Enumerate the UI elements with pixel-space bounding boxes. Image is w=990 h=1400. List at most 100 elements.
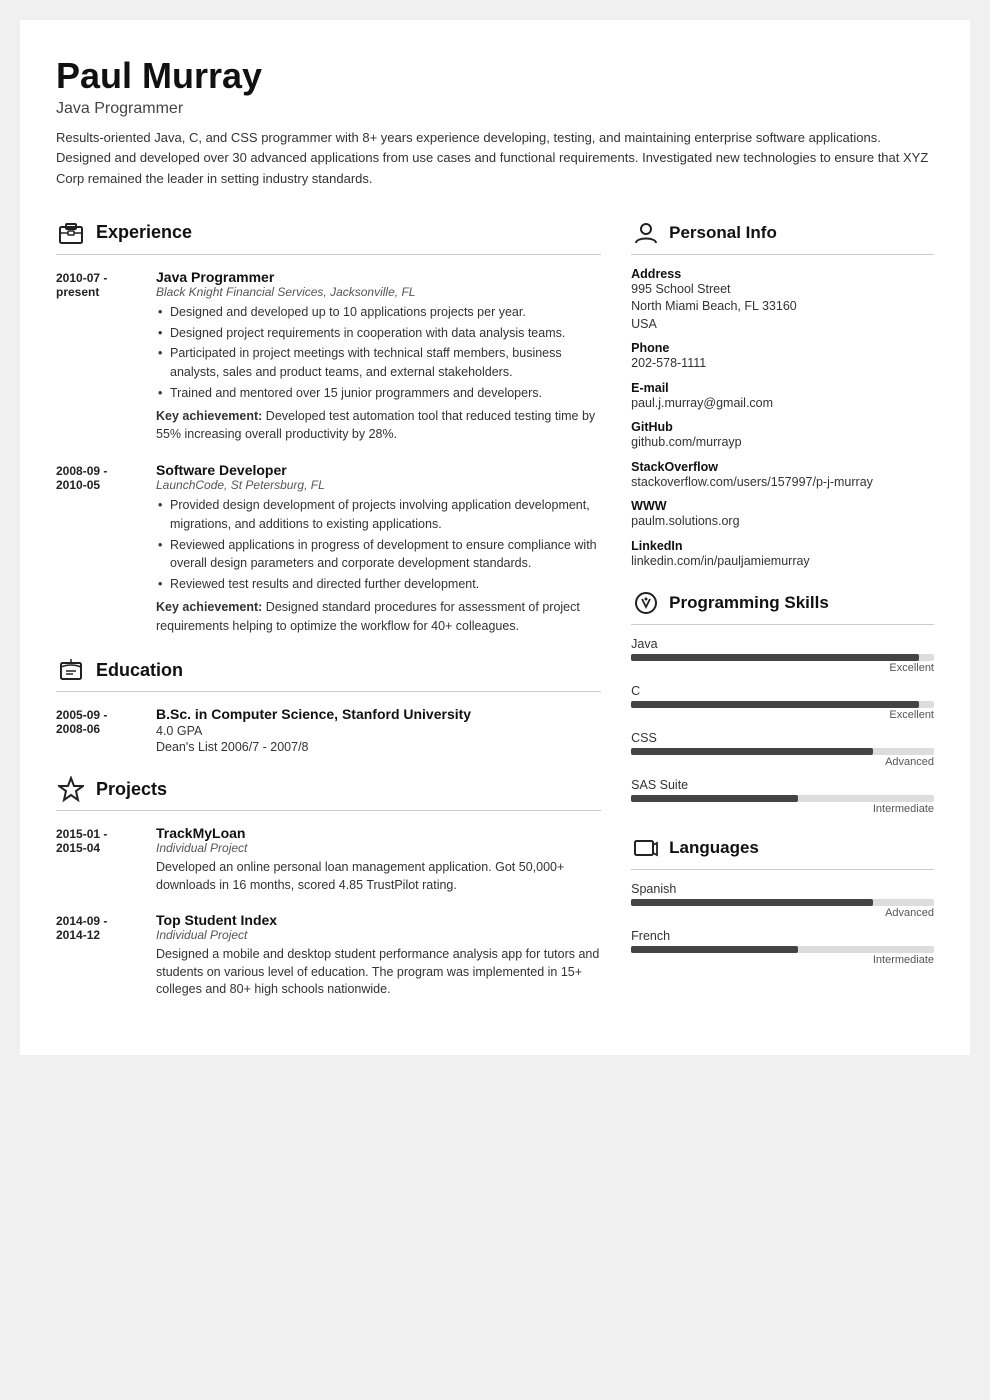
address-line1: 995 School Street [631, 281, 934, 299]
skills-title: Programming Skills [669, 593, 829, 613]
education-honors: Dean's List 2006/7 - 2007/8 [156, 740, 601, 754]
skill-name: SAS Suite [631, 778, 934, 792]
key-achievement: Key achievement: Developed test automati… [156, 407, 601, 445]
phone-label: Phone [631, 341, 934, 355]
skill-level: Intermediate [631, 803, 934, 815]
experience-content: Java Programmer Black Knight Financial S… [156, 269, 601, 444]
education-content: B.Sc. in Computer Science, Stanford Univ… [156, 706, 601, 754]
www-field: WWW paulm.solutions.org [631, 499, 934, 531]
experience-icon [56, 218, 86, 248]
skill-name: Java [631, 637, 934, 651]
two-column-layout: Experience 2010-07 -present Java Program… [56, 218, 934, 1019]
skill-level: Advanced [631, 756, 934, 768]
skill-bar-container [631, 748, 934, 755]
education-list: 2005-09 -2008-06 B.Sc. in Computer Scien… [56, 706, 601, 754]
skill-name: C [631, 684, 934, 698]
bullet-item: Trained and mentored over 15 junior prog… [156, 384, 601, 403]
skill-item: SAS Suite Intermediate [631, 778, 934, 815]
skill-bar-fill [631, 795, 798, 802]
personal-info-icon [631, 218, 661, 248]
linkedin-label: LinkedIn [631, 539, 934, 553]
email-value: paul.j.murray@gmail.com [631, 395, 934, 413]
experience-bullets: Designed and developed up to 10 applicat… [156, 303, 601, 403]
github-value: github.com/murrayp [631, 434, 934, 452]
project-date: 2015-01 -2015-04 [56, 825, 136, 894]
language-item: French Intermediate [631, 929, 934, 966]
github-field: GitHub github.com/murrayp [631, 420, 934, 452]
www-label: WWW [631, 499, 934, 513]
skills-header: Programming Skills [631, 588, 934, 625]
personal-info-title: Personal Info [669, 223, 777, 243]
experience-list: 2010-07 -present Java Programmer Black K… [56, 269, 601, 636]
right-column: Personal Info Address 995 School Street … [631, 218, 934, 1019]
phone-field: Phone 202-578-1111 [631, 341, 934, 373]
education-header: Education [56, 655, 601, 692]
project-title: TrackMyLoan [156, 825, 601, 841]
skill-bar-fill [631, 748, 873, 755]
project-date: 2014-09 -2014-12 [56, 912, 136, 999]
languages-icon [631, 833, 661, 863]
project-content: TrackMyLoan Individual Project Developed… [156, 825, 601, 894]
email-label: E-mail [631, 381, 934, 395]
project-item: 2015-01 -2015-04 TrackMyLoan Individual … [56, 825, 601, 894]
education-date: 2005-09 -2008-06 [56, 706, 136, 754]
language-bar-container [631, 946, 934, 953]
education-icon [56, 655, 86, 685]
languages-title: Languages [669, 838, 759, 858]
address-country: USA [631, 316, 934, 334]
language-item: Spanish Advanced [631, 882, 934, 919]
address-line2: North Miami Beach, FL 33160 [631, 298, 934, 316]
email-field: E-mail paul.j.murray@gmail.com [631, 381, 934, 413]
stackoverflow-value: stackoverflow.com/users/157997/p-j-murra… [631, 474, 934, 492]
projects-icon [56, 774, 86, 804]
project-item: 2014-09 -2014-12 Top Student Index Indiv… [56, 912, 601, 999]
experience-item: 2008-09 -2010-05 Software Developer Laun… [56, 462, 601, 635]
education-title: Education [96, 660, 183, 681]
project-type: Individual Project [156, 841, 601, 855]
experience-company: Black Knight Financial Services, Jackson… [156, 285, 601, 299]
experience-company: LaunchCode, St Petersburg, FL [156, 478, 601, 492]
experience-job-title: Java Programmer [156, 269, 601, 285]
phone-value: 202-578-1111 [631, 355, 934, 373]
experience-job-title: Software Developer [156, 462, 601, 478]
education-section: Education 2005-09 -2008-06 B.Sc. in Comp… [56, 655, 601, 754]
stackoverflow-field: StackOverflow stackoverflow.com/users/15… [631, 460, 934, 492]
education-item: 2005-09 -2008-06 B.Sc. in Computer Scien… [56, 706, 601, 754]
experience-content: Software Developer LaunchCode, St Peters… [156, 462, 601, 635]
www-value: paulm.solutions.org [631, 513, 934, 531]
language-name: French [631, 929, 934, 943]
experience-item: 2010-07 -present Java Programmer Black K… [56, 269, 601, 444]
left-column: Experience 2010-07 -present Java Program… [56, 218, 601, 1019]
skill-bar-container [631, 795, 934, 802]
experience-bullets: Provided design development of projects … [156, 496, 601, 594]
project-content: Top Student Index Individual Project Des… [156, 912, 601, 999]
skill-name: CSS [631, 731, 934, 745]
project-title: Top Student Index [156, 912, 601, 928]
languages-header: Languages [631, 833, 934, 870]
address-label: Address [631, 267, 934, 281]
language-level: Intermediate [631, 954, 934, 966]
header-section: Paul Murray Java Programmer Results-orie… [56, 56, 934, 190]
skill-bar-fill [631, 654, 919, 661]
skill-level: Excellent [631, 709, 934, 721]
language-bar-container [631, 899, 934, 906]
languages-list: Spanish Advanced French Intermediate [631, 882, 934, 966]
skills-section: Programming Skills Java Excellent C Exce… [631, 588, 934, 815]
stackoverflow-label: StackOverflow [631, 460, 934, 474]
education-degree: B.Sc. in Computer Science, Stanford Univ… [156, 706, 601, 722]
bullet-item: Designed and developed up to 10 applicat… [156, 303, 601, 322]
personal-info-header: Personal Info [631, 218, 934, 255]
experience-date: 2008-09 -2010-05 [56, 462, 136, 635]
bullet-item: Designed project requirements in coopera… [156, 324, 601, 343]
language-bar-fill [631, 946, 798, 953]
projects-list: 2015-01 -2015-04 TrackMyLoan Individual … [56, 825, 601, 999]
linkedin-field: LinkedIn linkedin.com/in/pauljamiemurray [631, 539, 934, 571]
language-bar-fill [631, 899, 873, 906]
header-name: Paul Murray [56, 56, 934, 96]
experience-title: Experience [96, 222, 192, 243]
project-description: Developed an online personal loan manage… [156, 859, 601, 894]
experience-date: 2010-07 -present [56, 269, 136, 444]
skill-level: Excellent [631, 662, 934, 674]
languages-section: Languages Spanish Advanced French Interm… [631, 833, 934, 966]
experience-header: Experience [56, 218, 601, 255]
